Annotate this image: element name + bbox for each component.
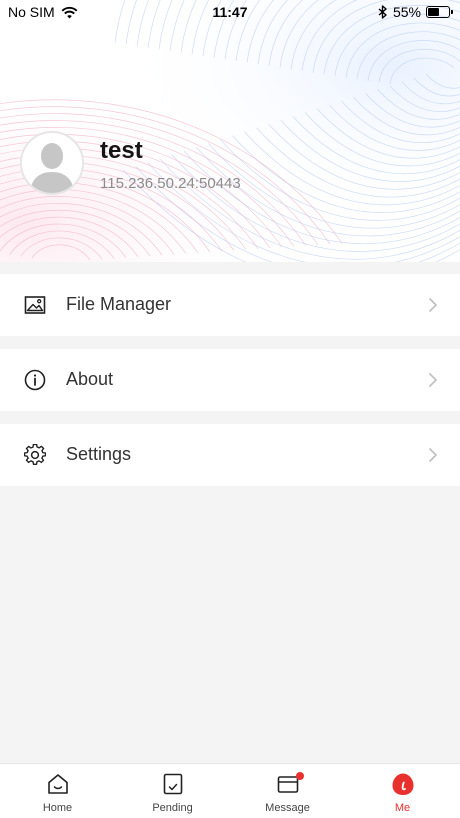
tab-message[interactable]: Message — [230, 764, 345, 818]
me-icon — [392, 773, 414, 795]
tab-label: Home — [42, 802, 73, 814]
menu-item-label: About — [66, 369, 114, 389]
status-bar: No SIM 11:47 55% — [0, 0, 460, 24]
wave-background — [0, 0, 460, 262]
image-icon — [24, 296, 46, 314]
chevron-right-icon — [429, 298, 437, 312]
bluetooth-icon — [378, 5, 387, 19]
tab-label: Me — [394, 802, 411, 814]
person-silhouette-icon — [22, 133, 82, 193]
battery-percent: 55% — [392, 4, 421, 20]
tab-label: Pending — [152, 802, 193, 814]
tab-pending[interactable]: Pending — [115, 764, 230, 818]
unread-badge-dot — [296, 772, 304, 780]
profile-header — [0, 0, 460, 262]
pending-icon — [163, 773, 183, 795]
tab-bar: Home Pending Message Me — [0, 763, 460, 818]
menu-item-label: Settings — [66, 444, 132, 464]
username: test — [100, 137, 143, 164]
chevron-right-icon — [429, 373, 437, 387]
tab-label: Message — [265, 802, 310, 814]
menu-item-about[interactable]: About — [0, 349, 460, 411]
info-icon — [24, 369, 46, 391]
avatar[interactable] — [20, 131, 84, 195]
home-icon — [48, 774, 68, 794]
status-right: 55% — [378, 4, 453, 20]
battery-fill — [428, 8, 439, 16]
menu-item-settings[interactable]: Settings — [0, 424, 460, 486]
battery-icon — [426, 6, 453, 18]
chevron-right-icon — [429, 448, 437, 462]
server-address: 115.236.50.24:50443 — [100, 175, 241, 192]
tab-me[interactable]: Me — [345, 764, 460, 818]
gear-icon — [24, 444, 46, 465]
menu-item-label: File Manager — [66, 294, 172, 314]
tab-home[interactable]: Home — [0, 764, 115, 818]
menu-item-file-manager[interactable]: File Manager — [0, 274, 460, 336]
